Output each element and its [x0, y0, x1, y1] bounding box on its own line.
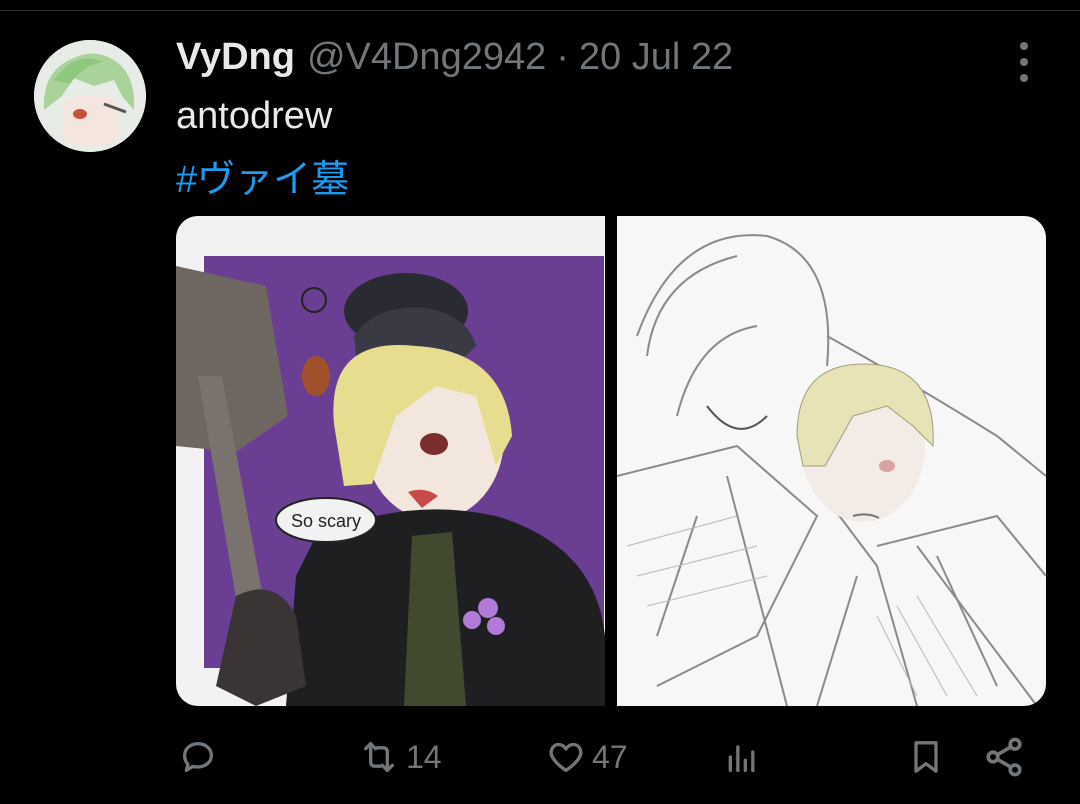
- hashtag-link[interactable]: #ヴァイ墓: [176, 148, 349, 203]
- media-image-2[interactable]: [617, 216, 1046, 706]
- avatar[interactable]: [34, 40, 146, 152]
- author-name[interactable]: VyDng: [176, 36, 295, 79]
- retweet-button[interactable]: 14: [358, 725, 442, 789]
- sketch-image: [617, 216, 1046, 706]
- media-grid: So scary: [176, 216, 1046, 706]
- like-count: 47: [592, 738, 628, 775]
- tweet-actions: 14 47: [0, 725, 1080, 795]
- retweet-icon: [364, 742, 394, 772]
- tweet-date[interactable]: 20 Jul 22: [579, 36, 733, 79]
- illustration-image: So scary: [176, 216, 605, 706]
- more-options-icon[interactable]: [1006, 42, 1042, 82]
- tweet-text: antodrew: [176, 95, 333, 137]
- share-icon: [986, 737, 1022, 777]
- speech-bubble-text: So scary: [291, 511, 361, 531]
- avatar-image: [34, 40, 146, 152]
- reply-button[interactable]: [178, 725, 218, 789]
- tweet-header: VyDng @V4Dng2942 · 20 Jul 22: [176, 36, 733, 86]
- share-button[interactable]: [982, 725, 1026, 789]
- views-button[interactable]: [722, 725, 762, 789]
- retweet-count: 14: [406, 738, 442, 775]
- top-divider: [0, 0, 1080, 11]
- heart-icon: [549, 742, 583, 772]
- separator-dot: ·: [556, 36, 569, 78]
- analytics-icon: [728, 745, 755, 772]
- media-image-1[interactable]: So scary: [176, 216, 605, 706]
- bookmark-button[interactable]: [906, 725, 946, 789]
- reply-icon: [183, 742, 213, 772]
- like-button[interactable]: 47: [546, 725, 628, 789]
- bookmark-icon: [914, 741, 938, 773]
- author-handle[interactable]: @V4Dng2942: [307, 36, 546, 79]
